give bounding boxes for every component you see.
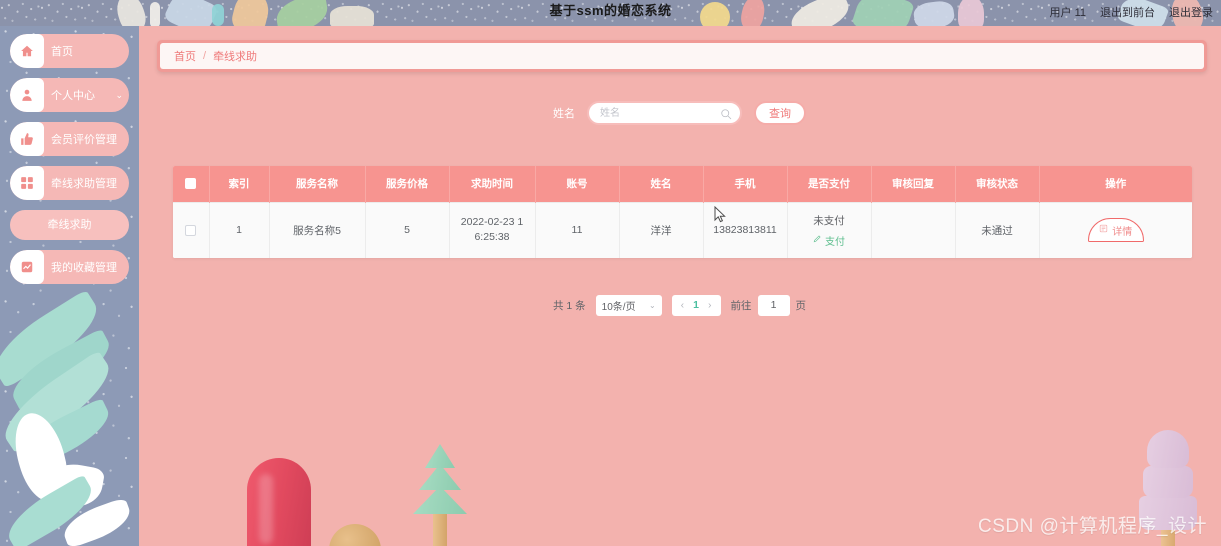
- sidebar-item-label: 个人中心: [51, 90, 95, 102]
- sidebar-item-member-review[interactable]: 会员评价管理: [10, 122, 129, 156]
- cell-index: 1: [209, 201, 270, 258]
- breadcrumb: 首页 / 牵线求助: [160, 43, 1204, 69]
- column-header-paid: 是否支付: [787, 166, 872, 202]
- main-area: 首页 / 牵线求助 姓名 查询: [139, 26, 1221, 546]
- request-time-line1: 2022-02-23 1: [460, 216, 524, 229]
- pencil-icon: [813, 234, 822, 246]
- search-label: 姓名: [553, 108, 575, 120]
- sidebar-item-label: 牵线求助管理: [51, 178, 117, 190]
- cell-account: 11: [535, 201, 620, 258]
- cell-review-status: 未通过: [955, 201, 1040, 258]
- chevron-down-icon: ⌄: [115, 89, 123, 100]
- goto-unit-label: 页: [795, 299, 807, 312]
- breadcrumb-container: 首页 / 牵线求助: [157, 40, 1207, 72]
- prev-page-button[interactable]: ‹: [681, 299, 685, 311]
- goto-label: 前往: [730, 299, 752, 312]
- column-header-index: 索引: [209, 166, 270, 202]
- thumb-icon: [10, 122, 44, 156]
- sidebar-menu: 首页 个人中心 ⌄ 会员评价管理 牵线求助管理 牵线求助 我的收藏管理: [0, 26, 139, 294]
- column-header-phone: 手机: [703, 166, 788, 202]
- topbar-user-area: 用户 11 退出到前台 退出登录: [1050, 0, 1213, 24]
- detail-button[interactable]: 详情: [1087, 218, 1144, 243]
- sidebar-item-my-favorites[interactable]: 我的收藏管理: [10, 250, 129, 284]
- sidebar-item-matchmaking-help[interactable]: 牵线求助管理: [10, 166, 129, 200]
- table-header: 索引 服务名称 服务价格 求助时间 账号 姓名 手机 是否支付 审核回复 审核状…: [173, 166, 1192, 202]
- search-bar: 姓名 查询: [147, 94, 1212, 132]
- pagination: 共 1 条 10条/页 ⌄ ‹ 1 › 前往 页: [147, 294, 1212, 316]
- sidebar-subitem-matchmaking-help[interactable]: 牵线求助: [10, 210, 129, 240]
- data-table-container: 索引 服务名称 服务价格 求助时间 账号 姓名 手机 是否支付 审核回复 审核状…: [173, 166, 1192, 258]
- row-checkbox[interactable]: [185, 224, 197, 236]
- total-count-label: 共 1 条: [552, 299, 586, 312]
- column-header-service-name: 服务名称: [269, 166, 366, 202]
- pager: ‹ 1 ›: [671, 294, 721, 316]
- page-number-1[interactable]: 1: [693, 299, 699, 311]
- sidebar-item-label: 首页: [51, 46, 73, 58]
- query-button[interactable]: 查询: [754, 101, 806, 125]
- top-banner: 基于ssm的婚恋系统 用户 11 退出到前台 退出登录: [0, 0, 1221, 26]
- next-page-button[interactable]: ›: [708, 299, 712, 311]
- cell-paid: 未支付 支付: [787, 201, 872, 258]
- cell-service-name: 服务名称5: [269, 201, 366, 258]
- chevron-down-icon: ⌄: [648, 300, 656, 310]
- column-header-service-price: 服务价格: [365, 166, 450, 202]
- background-object-wood-ball: [329, 524, 381, 546]
- search-input[interactable]: [600, 103, 718, 123]
- goto-page-group: 前往 页: [730, 294, 807, 316]
- table-row: 1 服务名称5 5 2022-02-23 1 6:25:38 11 洋洋 138…: [173, 201, 1192, 258]
- search-icon: [720, 107, 732, 125]
- pay-link[interactable]: 支付: [813, 233, 845, 248]
- column-header-review-status: 审核状态: [955, 166, 1040, 202]
- breadcrumb-separator: /: [203, 50, 207, 62]
- breadcrumb-home[interactable]: 首页: [174, 48, 196, 64]
- sidebar: 首页 个人中心 ⌄ 会员评价管理 牵线求助管理 牵线求助 我的收藏管理: [0, 26, 139, 546]
- select-all-checkbox[interactable]: [185, 178, 197, 190]
- table-header-row: 索引 服务名称 服务价格 求助时间 账号 姓名 手机 是否支付 审核回复 审核状…: [173, 166, 1192, 202]
- request-time-line2: 6:25:38: [474, 231, 510, 244]
- current-user-label: 用户 11: [1049, 7, 1086, 19]
- cell-review-reply: [871, 201, 956, 258]
- data-table: 索引 服务名称 服务价格 求助时间 账号 姓名 手机 是否支付 审核回复 审核状…: [173, 166, 1192, 258]
- home-icon: [10, 34, 44, 68]
- column-header-request-time: 求助时间: [449, 166, 536, 202]
- column-header-name: 姓名: [619, 166, 704, 202]
- detail-button-label: 详情: [1112, 226, 1133, 238]
- column-header-review-reply: 审核回复: [871, 166, 956, 202]
- search-field-wrapper[interactable]: [587, 101, 742, 125]
- grid-icon: [10, 166, 44, 200]
- pay-link-label: 支付: [825, 236, 845, 248]
- sidebar-item-personal-center[interactable]: 个人中心 ⌄: [10, 78, 129, 112]
- select-all-header: [173, 166, 210, 202]
- watermark: CSDN @计算机程序_设计: [978, 516, 1207, 537]
- sidebar-item-home[interactable]: 首页: [10, 34, 129, 68]
- page-size-value: 10条/页: [601, 301, 636, 313]
- column-header-account: 账号: [535, 166, 620, 202]
- document-icon: [1099, 224, 1108, 236]
- user-icon: [10, 78, 44, 112]
- breadcrumb-current: 牵线求助: [213, 51, 258, 63]
- app-title: 基于ssm的婚恋系统: [549, 3, 672, 18]
- page-size-select[interactable]: 10条/页 ⌄: [595, 294, 662, 316]
- cell-service-price: 5: [365, 201, 450, 258]
- cell-action: 详情: [1039, 201, 1192, 258]
- content-panel: 首页 / 牵线求助 姓名 查询: [147, 26, 1212, 526]
- cell-request-time: 2022-02-23 1 6:25:38: [449, 201, 536, 258]
- sidebar-item-label: 我的收藏管理: [51, 262, 117, 274]
- mouse-cursor: [714, 205, 726, 223]
- exit-to-frontend-link[interactable]: 退出到前台: [1100, 4, 1155, 20]
- cell-name: 洋洋: [619, 201, 704, 258]
- collect-icon: [10, 250, 44, 284]
- table-body: 1 服务名称5 5 2022-02-23 1 6:25:38 11 洋洋 138…: [173, 201, 1192, 258]
- row-select-cell: [173, 201, 210, 258]
- pay-status-text: 未支付: [813, 214, 845, 227]
- goto-page-input[interactable]: [757, 294, 790, 316]
- logout-link[interactable]: 退出登录: [1169, 4, 1213, 20]
- column-header-action: 操作: [1039, 166, 1192, 202]
- sidebar-item-label: 会员评价管理: [51, 134, 117, 146]
